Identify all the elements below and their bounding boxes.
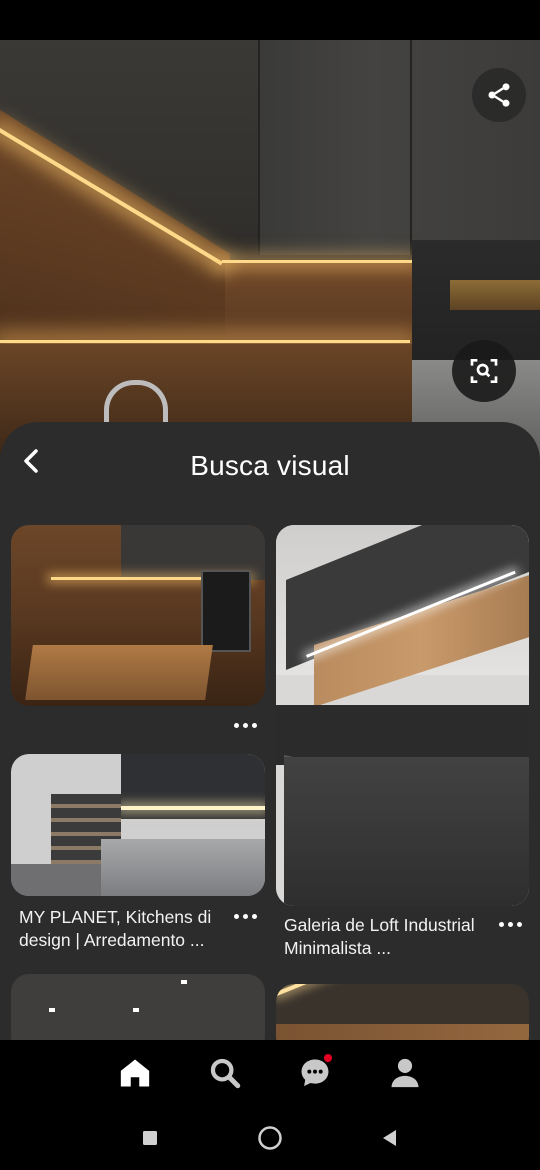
search-icon xyxy=(210,1058,241,1089)
pin-image[interactable] xyxy=(276,984,529,1042)
nav-profile[interactable] xyxy=(388,1056,422,1090)
person-icon xyxy=(391,1058,419,1088)
nav-home[interactable] xyxy=(118,1056,152,1090)
nav-search[interactable] xyxy=(208,1056,242,1090)
square-icon xyxy=(143,1131,157,1145)
system-navigation-bar xyxy=(0,1106,540,1170)
status-bar xyxy=(0,0,540,40)
triangle-back-icon xyxy=(383,1130,396,1146)
nav-messages[interactable] xyxy=(298,1054,332,1090)
pin-more-button[interactable] xyxy=(499,919,523,929)
recents-button[interactable] xyxy=(135,1123,165,1153)
system-back-button[interactable] xyxy=(375,1123,405,1153)
pin-more-button[interactable] xyxy=(234,720,258,730)
pin-caption[interactable]: MY PLANET, Kitchens di design | Arredame… xyxy=(19,906,231,952)
notification-badge xyxy=(324,1054,332,1062)
pin-image[interactable] xyxy=(276,525,529,906)
visual-search-button[interactable] xyxy=(452,340,516,402)
bottom-navigation xyxy=(0,1040,540,1106)
hero-image xyxy=(0,40,540,460)
visual-search-sheet: Busca visual Galeria de Loft Industrial … xyxy=(0,422,540,1042)
more-dots-icon xyxy=(234,722,239,728)
more-dots-icon xyxy=(499,921,504,927)
more-dots-icon xyxy=(234,913,239,919)
pin-image[interactable] xyxy=(11,754,265,896)
circle-icon xyxy=(258,1126,282,1150)
pin-caption[interactable]: Galeria de Loft Industrial Minimalista .… xyxy=(284,914,494,960)
sheet-title: Busca visual xyxy=(190,450,350,481)
pin-more-button[interactable] xyxy=(234,911,258,921)
home-icon xyxy=(120,1059,150,1087)
pin-image[interactable] xyxy=(11,974,265,1042)
pin-image[interactable] xyxy=(11,525,265,706)
visual-search-icon xyxy=(470,359,498,383)
system-home-button[interactable] xyxy=(255,1123,285,1153)
share-icon xyxy=(488,83,510,107)
share-button[interactable] xyxy=(472,68,526,122)
